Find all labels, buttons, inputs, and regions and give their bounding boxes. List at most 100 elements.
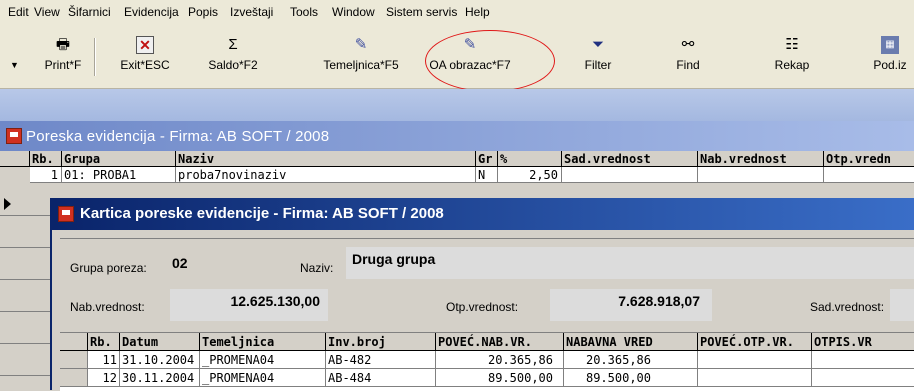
rekap-label: Rekap — [774, 58, 810, 72]
sad-vrednost-value — [890, 289, 914, 321]
summary-icon: ☷ — [785, 36, 799, 53]
poreska-title-bar[interactable]: Poreska evidencija - Firma: AB SOFT / 20… — [0, 121, 914, 151]
kartica-title-bar[interactable]: Kartica poreske evidencije - Firma: AB S… — [52, 198, 914, 230]
table-row-povec-otp[interactable] — [698, 369, 812, 387]
saldo-button[interactable]: Σ Saldo*F2 — [198, 36, 268, 82]
printer-icon: 🖶 — [55, 36, 71, 53]
exit-button[interactable]: ✕ Exit*ESC — [110, 36, 180, 82]
menu-sistem-servis[interactable]: Sistem servis — [386, 5, 457, 19]
table-row-temeljnica[interactable]: _PROMENA04 — [200, 351, 326, 369]
filter-icon: ⏷ — [591, 36, 604, 53]
table-row-otp[interactable] — [824, 167, 914, 183]
print-button[interactable]: 🖶 Print*F — [36, 36, 90, 82]
find-label: Find — [676, 58, 700, 72]
menu-popis[interactable]: Popis — [188, 5, 218, 19]
kartica-header-panel: Grupa poreza: 02 Naziv: Druga grupa Nab.… — [60, 238, 914, 331]
table-row-otpis[interactable] — [812, 369, 914, 387]
rekap-button[interactable]: ☷ Rekap — [770, 36, 814, 82]
table-row-povec-otp[interactable] — [698, 351, 812, 369]
col-sad-vrednost[interactable]: Sad.vrednost — [562, 151, 698, 167]
col-temeljnica[interactable]: Temeljnica — [200, 333, 326, 351]
col-nabavna-vred[interactable]: NABAVNA VRED — [564, 333, 698, 351]
table-row-pct[interactable]: 2,50 — [498, 167, 562, 183]
nab-vrednost-value: 12.625.130,00 — [170, 289, 328, 321]
sad-vrednost-label: Sad.vrednost: — [810, 300, 885, 314]
col-grupa[interactable]: Grupa — [62, 151, 176, 167]
exit-icon: ✕ — [136, 36, 154, 54]
kartica-title: Kartica poreske evidencije - Firma: AB S… — [80, 205, 444, 222]
col-inv-broj[interactable]: Inv.broj — [326, 333, 436, 351]
row-pointer-icon — [4, 198, 11, 210]
table-row-inv-broj[interactable]: AB-484 — [326, 369, 436, 387]
naziv-label: Naziv: — [300, 261, 334, 275]
filter-button[interactable]: ⏷ Filter — [576, 36, 620, 82]
document-edit-icon: ✎ — [354, 36, 368, 53]
row-divider — [0, 215, 50, 216]
menu-sifarnici[interactable]: Šifarnici — [68, 5, 111, 19]
grupa-poreza-value: 02 — [164, 247, 280, 279]
toolbar-separator — [94, 38, 96, 76]
col-gr[interactable]: Gr — [476, 151, 498, 167]
table-row-sad[interactable] — [562, 167, 698, 183]
menu-window[interactable]: Window — [332, 5, 375, 19]
col-otp-vrednost[interactable]: Otp.vredn — [824, 151, 914, 167]
row-divider — [0, 375, 50, 376]
table-row-datum[interactable]: 30.11.2004 — [120, 369, 200, 387]
table-row-rb[interactable]: 12 — [88, 369, 120, 387]
app-icon — [58, 206, 74, 222]
grupa-poreza-label: Grupa poreza: — [70, 261, 147, 275]
nab-vrednost-label: Nab.vrednost: — [70, 300, 145, 314]
exit-label: Exit*ESC — [120, 58, 170, 72]
col-povec-nab-vr[interactable]: POVEĆ.NAB.VR. — [436, 333, 564, 351]
col-rb[interactable]: Rb. — [30, 151, 62, 167]
row-divider — [0, 343, 50, 344]
table-row-naziv[interactable]: proba7novinaziv — [176, 167, 476, 183]
table-row-nabavna[interactable]: 20.365,86 — [564, 351, 698, 369]
table-row-povec-nab[interactable]: 89.500,00 — [436, 369, 564, 387]
col-rb[interactable]: Rb. — [88, 333, 120, 351]
col-nab-vrednost[interactable]: Nab.vrednost — [698, 151, 824, 167]
menu-help[interactable]: Help — [465, 5, 490, 19]
app-icon — [6, 128, 22, 144]
toolbar-overflow-icon[interactable]: ▼ — [10, 60, 19, 70]
naziv-value: Druga grupa — [346, 247, 914, 279]
table-row-nabavna[interactable]: 89.500,00 — [564, 369, 698, 387]
table-row-rb[interactable]: 1 — [30, 167, 62, 183]
poreska-title: Poreska evidencija - Firma: AB SOFT / 20… — [26, 128, 330, 145]
col-datum[interactable]: Datum — [120, 333, 200, 351]
temeljnica-button[interactable]: ✎ Temeljnica*F5 — [316, 36, 406, 82]
table-row-inv-broj[interactable]: AB-482 — [326, 351, 436, 369]
sigma-icon: Σ — [228, 36, 238, 53]
mdi-background — [0, 89, 914, 121]
table-row-rb[interactable]: 11 — [88, 351, 120, 369]
table-row-datum[interactable]: 31.10.2004 — [120, 351, 200, 369]
table-row-grupa[interactable]: 01: PROBA1 — [62, 167, 176, 183]
data-icon: ▦ — [881, 36, 899, 54]
col-naziv[interactable]: Naziv — [176, 151, 476, 167]
row-divider — [0, 247, 50, 248]
saldo-label: Saldo*F2 — [208, 58, 258, 72]
filter-label: Filter — [584, 58, 612, 72]
menu-view[interactable]: View — [34, 5, 60, 19]
kartica-grid[interactable]: Rb. Datum Temeljnica Inv.broj POVEĆ.NAB.… — [60, 332, 914, 391]
menu-edit[interactable]: Edit — [8, 5, 29, 19]
col-povec-otp-vr[interactable]: POVEĆ.OTP.VR. — [698, 333, 812, 351]
table-row-temeljnica[interactable]: _PROMENA04 — [200, 369, 326, 387]
pod-button[interactable]: ▦ Pod.iz — [866, 36, 914, 82]
menu-bar: Edit View Šifarnici Evidencija Popis Izv… — [0, 0, 914, 25]
table-row-gr[interactable]: N — [476, 167, 498, 183]
temeljnica-label: Temeljnica*F5 — [323, 58, 399, 72]
otp-vrednost-value: 7.628.918,07 — [550, 289, 712, 321]
col-otpis-vr[interactable]: OTPIS.VR — [812, 333, 914, 351]
pod-label: Pod.iz — [873, 58, 907, 72]
table-row-povec-nab[interactable]: 20.365,86 — [436, 351, 564, 369]
row-divider — [0, 311, 50, 312]
menu-tools[interactable]: Tools — [290, 5, 318, 19]
table-row-nab[interactable] — [698, 167, 824, 183]
col-pct[interactable]: % — [498, 151, 562, 167]
menu-evidencija[interactable]: Evidencija — [124, 5, 179, 19]
find-button[interactable]: ⚯ Find — [668, 36, 708, 82]
otp-vrednost-label: Otp.vrednost: — [446, 300, 519, 314]
menu-izvestaji[interactable]: Izveštaji — [230, 5, 273, 19]
table-row-otpis[interactable] — [812, 351, 914, 369]
